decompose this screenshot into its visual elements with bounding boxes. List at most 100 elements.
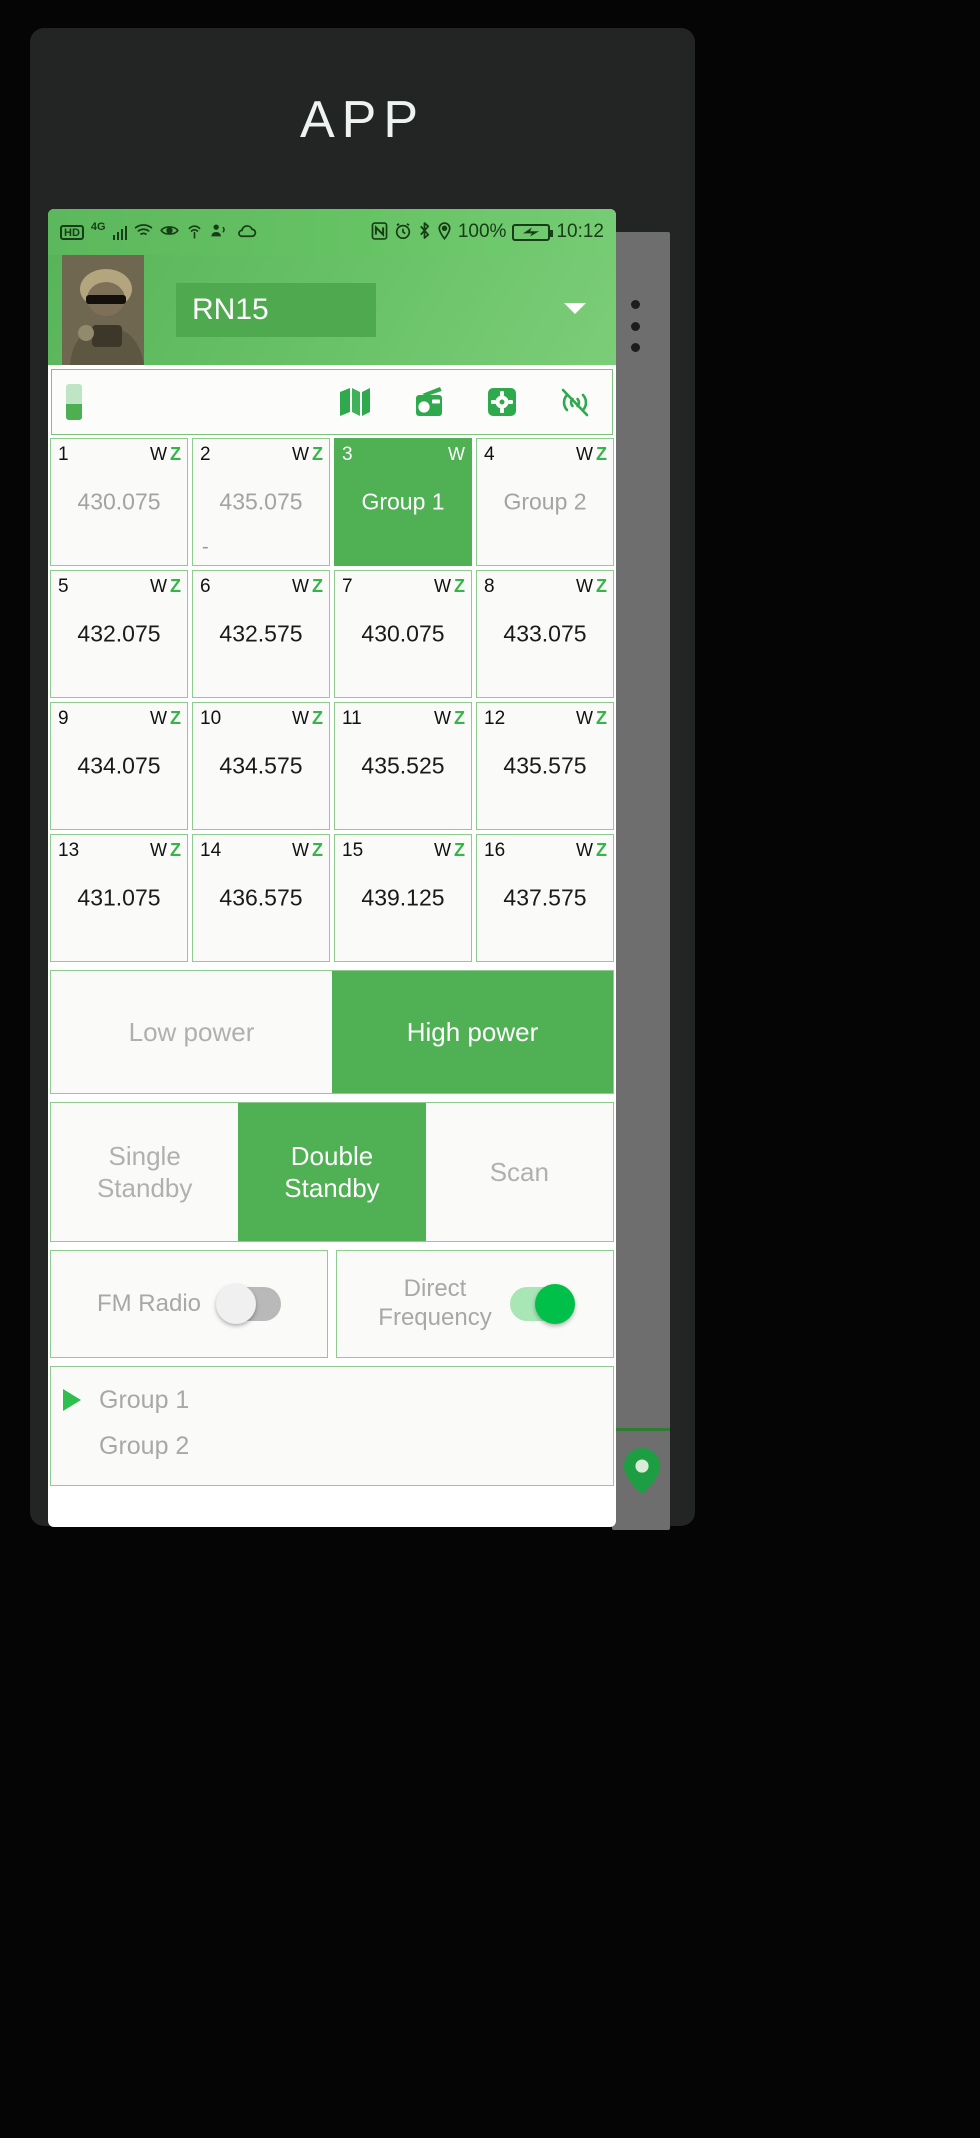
channel-row: 1 WZ 430.075 2 WZ 435.075 - 3 W Group 1 …	[50, 438, 614, 566]
channel-badge: WZ	[576, 708, 607, 728]
channel-number: 8	[484, 576, 495, 597]
channel-cell[interactable]: 13 WZ 431.075	[50, 834, 188, 962]
toolbar-actions	[338, 386, 598, 418]
channel-cell[interactable]: 1 WZ 430.075	[50, 438, 188, 566]
channel-number: 1	[58, 444, 69, 465]
channel-number: 11	[342, 708, 362, 729]
play-triangle-icon	[63, 1389, 81, 1411]
cloud-icon	[236, 224, 257, 241]
toolbar	[51, 369, 613, 435]
group-list: Group 1 Group 2	[50, 1366, 614, 1486]
battery-charging-icon	[512, 223, 554, 241]
channel-badge: WZ	[576, 576, 607, 596]
toggle-knob	[534, 1284, 575, 1324]
direct-frequency-toggle[interactable]	[509, 1284, 575, 1324]
direct-frequency-card[interactable]: Direct Frequency	[336, 1250, 614, 1358]
channel-badge: WZ	[434, 840, 465, 860]
location-pin-icon[interactable]	[622, 1448, 662, 1494]
channel-badge: WZ	[150, 576, 181, 596]
scan-button[interactable]: Scan	[425, 1103, 613, 1241]
status-bar: HD 4G 100% 10:12	[48, 209, 616, 255]
channel-cell[interactable]: 14 WZ 436.575	[192, 834, 330, 962]
channel-cell[interactable]: 5 WZ 432.075	[50, 570, 188, 698]
channel-cell[interactable]: 8 WZ 433.075	[476, 570, 614, 698]
fm-radio-card[interactable]: FM Radio	[50, 1250, 328, 1358]
channel-dash: -	[202, 536, 209, 558]
screenshot-root: APP HD 4G 100% 10:12 RN15 1 W Z 430.075 …	[0, 0, 980, 2138]
low-power-button[interactable]: Low power	[51, 971, 332, 1093]
channel-value: 435.575	[503, 752, 587, 779]
channel-row: 13 WZ 431.075 14 WZ 436.575 15 WZ 439.12…	[50, 834, 614, 962]
channel-value: 435.525	[361, 752, 445, 779]
battery-level-icon	[66, 384, 82, 420]
list-item[interactable]: Group 1	[51, 1377, 613, 1423]
map-icon[interactable]	[338, 386, 372, 418]
kebab-menu-icon[interactable]	[630, 300, 640, 352]
channel-value: 437.575	[503, 884, 587, 911]
channel-cell[interactable]: 16 WZ 437.575	[476, 834, 614, 962]
channel-badge: WZ	[150, 708, 181, 728]
channel-badge: WZ	[292, 576, 323, 596]
status-bar-right: 100% 10:12	[371, 221, 604, 243]
channel-cell[interactable]: 2 WZ 435.075 -	[192, 438, 330, 566]
standby-selector: Single Standby Double Standby Scan	[50, 1102, 614, 1242]
list-item[interactable]: Group 2	[51, 1423, 613, 1469]
location-icon	[437, 221, 452, 243]
single-standby-button[interactable]: Single Standby	[51, 1103, 239, 1241]
channel-number: 2	[200, 444, 211, 465]
channel-cell[interactable]: 11 WZ 435.525	[334, 702, 472, 830]
bluetooth-icon	[418, 221, 431, 243]
channel-number: 5	[58, 576, 69, 597]
channel-number: 15	[342, 840, 364, 861]
channel-cell[interactable]: 15 WZ 439.125	[334, 834, 472, 962]
channel-value: 435.075	[219, 488, 303, 515]
divider	[614, 1428, 670, 1431]
app-header: RN15	[48, 255, 616, 365]
caret-down-icon[interactable]	[562, 300, 588, 321]
double-standby-button[interactable]: Double Standby	[238, 1103, 426, 1241]
toggle-knob	[216, 1284, 257, 1324]
channel-badge: WZ	[292, 840, 323, 860]
wifi-icon	[134, 223, 153, 241]
channel-number: 9	[58, 708, 69, 729]
device-name-selector[interactable]: RN15	[176, 283, 376, 337]
channel-row: 5 WZ 432.075 6 WZ 432.575 7 WZ 430.075 8…	[50, 570, 614, 698]
fm-radio-toggle[interactable]	[216, 1284, 282, 1324]
channel-value: 436.575	[219, 884, 303, 911]
channel-badge: WZ	[434, 708, 465, 728]
battery-percent: 100%	[457, 221, 507, 242]
channel-cell[interactable]: 12 WZ 435.575	[476, 702, 614, 830]
group-label: Group 2	[99, 1431, 190, 1460]
signal-muted-icon[interactable]	[558, 386, 592, 418]
channel-badge: WZ	[434, 576, 465, 596]
channel-cell[interactable]: 3 W Group 1	[334, 438, 472, 566]
channel-cell[interactable]: 6 WZ 432.575	[192, 570, 330, 698]
channel-cell[interactable]: 9 WZ 434.075	[50, 702, 188, 830]
channel-value: 434.575	[219, 752, 303, 779]
radio-icon[interactable]	[412, 386, 446, 418]
fm-radio-label: FM Radio	[96, 1289, 202, 1317]
channel-number: 14	[200, 840, 222, 861]
signal-bars-icon	[112, 225, 128, 240]
channel-number: 12	[484, 708, 506, 729]
nfc-icon	[371, 221, 388, 243]
channel-value: 431.075	[77, 884, 161, 911]
channel-cell[interactable]: 4 WZ Group 2	[476, 438, 614, 566]
channel-grid: 1 WZ 430.075 2 WZ 435.075 - 3 W Group 1 …	[48, 435, 616, 962]
channel-value: 430.075	[361, 620, 445, 647]
channel-number: 10	[200, 708, 222, 729]
channel-number: 16	[484, 840, 506, 861]
channel-badge: W	[448, 444, 465, 464]
channel-badge: WZ	[292, 444, 323, 464]
high-power-button[interactable]: High power	[332, 971, 613, 1093]
channel-badge: WZ	[150, 444, 181, 464]
channel-badge: WZ	[576, 444, 607, 464]
channel-cell[interactable]: 7 WZ 430.075	[334, 570, 472, 698]
gear-icon[interactable]	[486, 386, 518, 418]
channel-cell[interactable]: 10 WZ 434.575	[192, 702, 330, 830]
avatar	[62, 255, 144, 365]
channel-number: 3	[342, 444, 353, 465]
channel-number: 4	[484, 444, 495, 465]
toggle-row: FM Radio Direct Frequency	[50, 1250, 614, 1358]
eye-care-icon	[160, 223, 179, 241]
